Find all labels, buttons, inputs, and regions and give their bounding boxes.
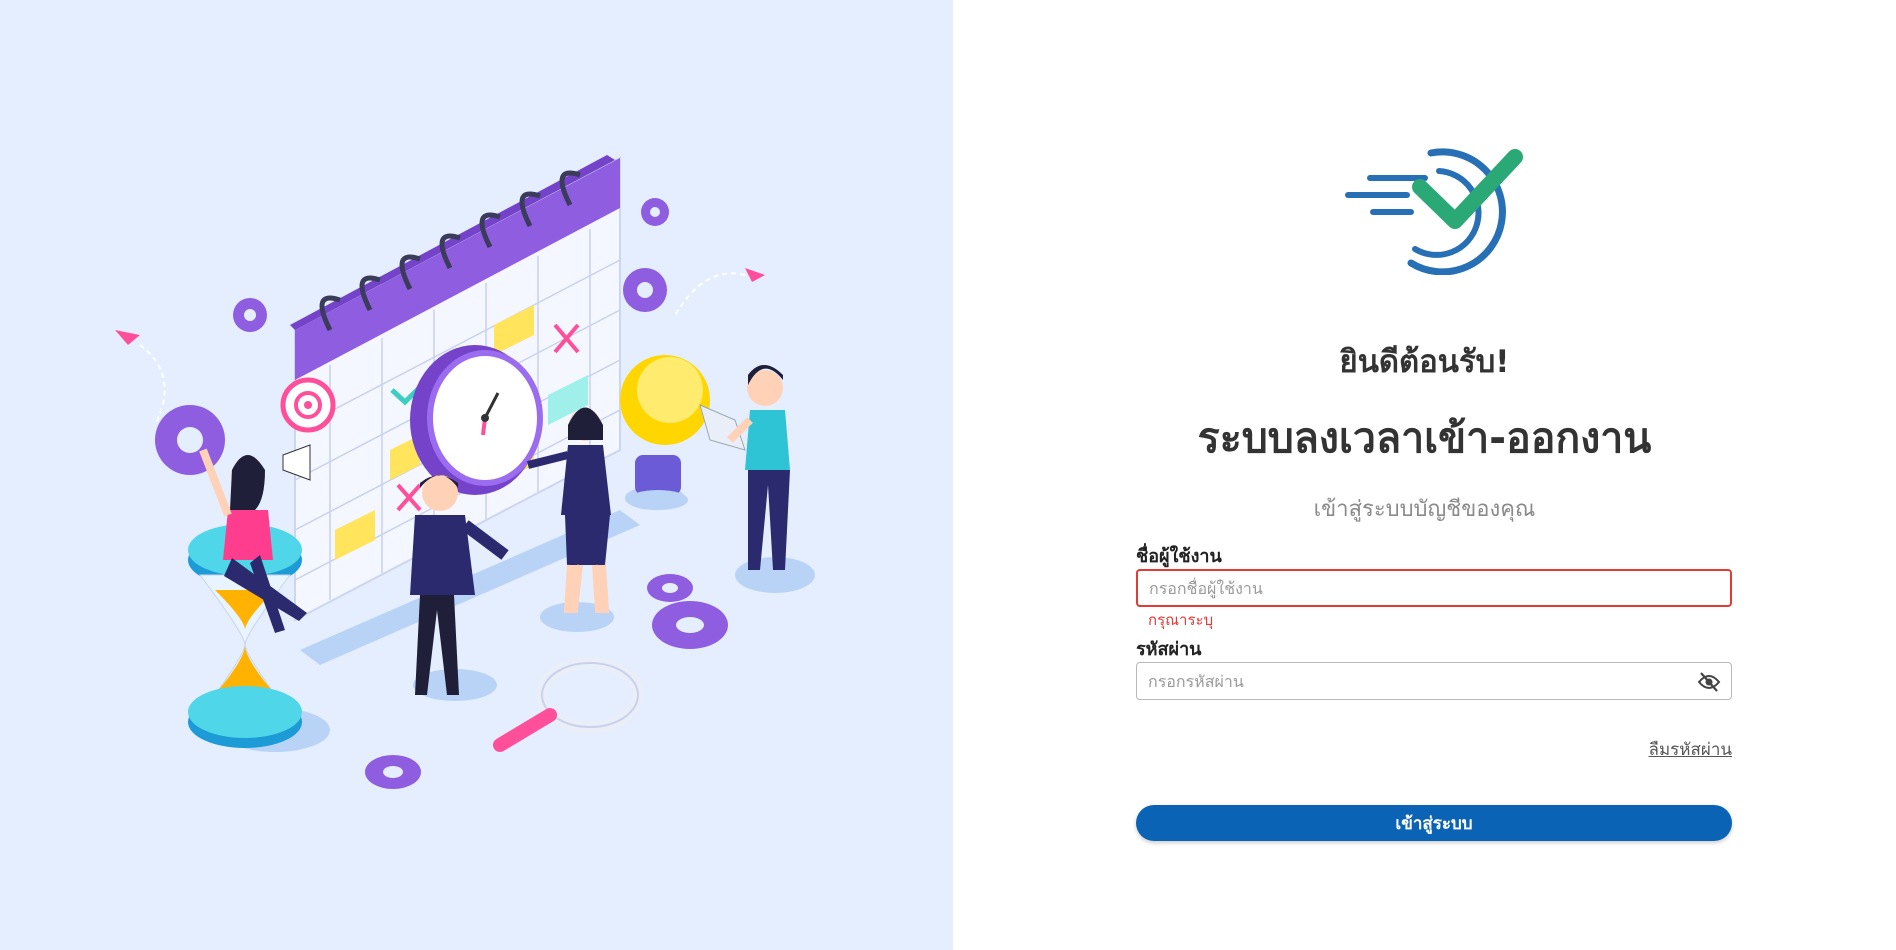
system-title: ระบบลงเวลาเข้า-ออกงาน [1197,414,1652,462]
password-field [1136,662,1732,700]
time-management-illustration [115,155,815,789]
login-button[interactable]: เข้าสู่ระบบ [1136,805,1732,841]
username-field [1136,569,1732,607]
magnifier-illustration [493,657,644,752]
welcome-heading: ยินดีต้อนรับ! [1339,344,1510,380]
eye-off-icon[interactable] [1697,671,1721,693]
password-label: รหัสผ่าน [1136,639,1202,660]
app-logo [1345,148,1523,275]
clock-illustration [410,345,543,495]
person-man-right [699,365,790,570]
illustration-panel [0,0,953,950]
login-subtitle: เข้าสู่ระบบบัญชีของคุณ [1313,497,1536,522]
username-error: กรุณาระบุ [1148,611,1214,629]
lightbulb-illustration [620,355,710,510]
forgot-password-link[interactable]: ลืมรหัสผ่าน [1649,736,1732,763]
password-input[interactable] [1148,663,1688,699]
username-label: ชื่อผู้ใช้งาน [1136,546,1222,567]
username-input[interactable] [1149,571,1689,605]
login-panel: ยินดีต้อนรับ! ระบบลงเวลาเข้า-ออกงาน เข้า… [953,0,1896,950]
